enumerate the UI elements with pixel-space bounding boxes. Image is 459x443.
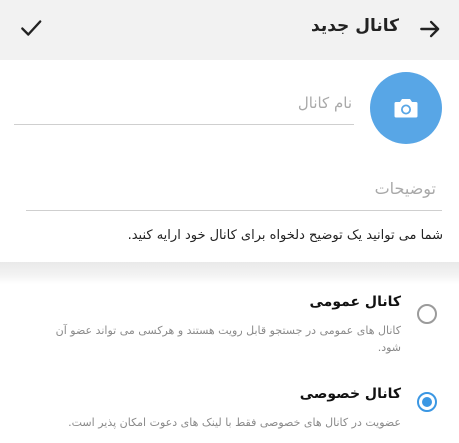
radio-public[interactable]	[417, 304, 437, 324]
description-hint: شما می توانید یک توضیح دلخواه برای کانال…	[127, 228, 443, 243]
option-title: کانال عمومی	[309, 294, 402, 310]
option-private-channel[interactable]: کانال خصوصی عضویت در کانال های خصوصی فقط…	[0, 372, 459, 443]
section-divider	[0, 262, 459, 284]
radio-private[interactable]	[417, 392, 437, 412]
set-photo-button[interactable]	[370, 72, 442, 144]
app-bar: کانال جدید	[0, 0, 459, 60]
channel-name-input[interactable]	[22, 86, 354, 120]
option-public-channel[interactable]: کانال عمومی کانال های عمومی در جستجو قاب…	[0, 284, 459, 364]
description-field	[26, 168, 442, 211]
option-description: عضویت در کانال های خصوصی فقط با لینک های…	[68, 416, 401, 429]
option-title: کانال خصوصی	[299, 386, 401, 402]
check-icon[interactable]	[18, 15, 44, 41]
description-input[interactable]	[26, 168, 436, 208]
arrow-right-icon[interactable]	[417, 16, 443, 42]
option-description: کانال های عمومی در جستجو قابل رویت هستند…	[55, 324, 401, 354]
page-title: کانال جدید	[311, 16, 399, 36]
channel-name-field	[14, 86, 354, 125]
camera-icon	[394, 99, 418, 118]
